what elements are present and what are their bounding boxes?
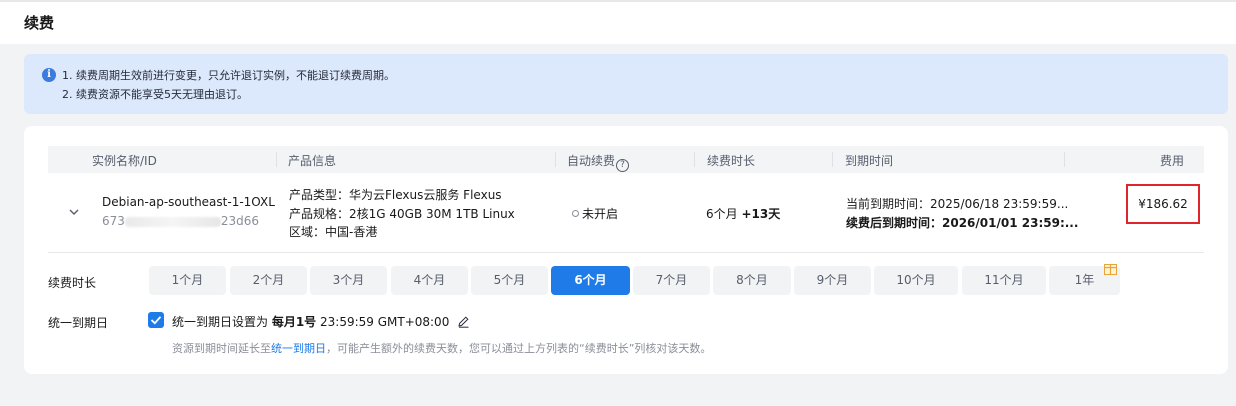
help-icon[interactable]: ?: [616, 159, 630, 172]
product-type: 产品类型：华为云Flexus云服务 Flexus: [289, 188, 502, 202]
duration-extra: +13天: [741, 207, 781, 221]
redacted-id: [124, 216, 221, 227]
fee-amount: ¥186.62: [1138, 197, 1188, 211]
duration-option-9-months[interactable]: 9个月: [794, 266, 871, 295]
column-header-name: 实例名称/ID: [92, 154, 157, 168]
table-header: 实例名称/ID 产品信息 自动续费? 续费时长 到期时间 费用: [48, 146, 1204, 173]
duration-option-5-months[interactable]: 5个月: [471, 266, 548, 295]
column-header-expiry: 到期时间: [845, 154, 894, 168]
duration-option-3-months[interactable]: 3个月: [310, 266, 387, 295]
table-row: Debian-ap-southeast-1-1OXL 673 23d66 产品类型…: [48, 173, 1204, 253]
renewal-duration: 6个月 +13天: [706, 205, 780, 222]
page-header: 续费: [0, 0, 1236, 44]
duration-option-4-months[interactable]: 4个月: [391, 266, 468, 295]
unify-day: 每月1号: [271, 315, 317, 329]
duration-label: 续费时长: [48, 276, 97, 290]
duration-option-1-year-label: 1年: [1074, 273, 1095, 287]
column-separator: [276, 152, 277, 167]
hint-suffix: ，可能产生额外的续费天数，您可以通过上方列表的“续费时长”列核对该天数。: [326, 342, 712, 355]
notice-line-1: 1. 续费周期生效前进行变更，只允许退订实例，不能退订续费周期。: [62, 69, 395, 82]
column-header-duration: 续费时长: [707, 154, 756, 168]
hint-prefix: 资源到期时间延长至: [172, 342, 271, 355]
duration-main: 6个月: [706, 207, 742, 221]
unify-text-suffix: 23:59:59 GMT+08:00: [316, 315, 450, 329]
column-separator: [555, 152, 556, 167]
duration-option-10-months[interactable]: 10个月: [874, 266, 958, 295]
duration-option-2-months[interactable]: 2个月: [230, 266, 307, 295]
gift-icon: [1104, 264, 1117, 275]
unify-expiry-hint: 资源到期时间延长至统一到期日，可能产生额外的续费天数，您可以通过上方列表的“续费…: [172, 340, 711, 356]
unify-text-prefix: 统一到期日设置为: [172, 315, 272, 329]
duration-option-1-year[interactable]: 1年: [1049, 264, 1120, 295]
instance-id-prefix: 673: [102, 214, 125, 228]
column-separator: [694, 152, 695, 167]
product-spec: 产品规格：2核1G 40GB 30M 1TB Linux: [289, 207, 515, 221]
notice-banner: i 1. 续费周期生效前进行变更，只允许退订实例，不能退订续费周期。 2. 续费…: [24, 54, 1228, 114]
column-separator: [832, 152, 833, 167]
fee-highlight: ¥186.62: [1126, 184, 1200, 224]
instance-id: 673 23d66: [102, 214, 259, 228]
instance-name: Debian-ap-southeast-1-1OXL: [102, 195, 275, 209]
renewed-expiry: 续费后到期时间：2026/01/01 23:59:...: [846, 216, 1079, 230]
edit-icon[interactable]: [457, 315, 470, 328]
column-header-auto-renew: 自动续费?: [567, 152, 630, 172]
notice-line-2: 2. 续费资源不能享受5天无理由退订。: [62, 88, 248, 101]
chevron-down-icon[interactable]: [69, 207, 79, 217]
duration-option-7-months[interactable]: 7个月: [633, 266, 710, 295]
unify-expiry-label: 统一到期日: [48, 316, 109, 330]
duration-option-1-month[interactable]: 1个月: [149, 266, 226, 295]
auto-renew-status-text: 未开启: [582, 207, 619, 221]
auto-renew-header-label: 自动续费: [567, 154, 616, 168]
duration-option-6-months[interactable]: 6个月: [551, 266, 630, 295]
unify-expiry-link[interactable]: 统一到期日: [271, 342, 326, 355]
instance-id-suffix: 23d66: [220, 214, 260, 228]
check-icon: [150, 316, 162, 325]
product-region: 区域：中国-香港: [289, 225, 378, 239]
unify-expiry-text: 统一到期日设置为 每月1号 23:59:59 GMT+08:00: [172, 313, 470, 330]
unify-expiry-checkbox[interactable]: [148, 312, 164, 328]
column-header-product: 产品信息: [288, 154, 337, 168]
info-icon: i: [42, 68, 56, 82]
current-expiry: 当前到期时间：2025/06/18 23:59:59...: [846, 197, 1069, 211]
renewal-card: 实例名称/ID 产品信息 自动续费? 续费时长 到期时间 费用 Debian-a…: [24, 126, 1228, 374]
column-header-fee: 费用: [1160, 154, 1185, 168]
auto-renew-status: 未开启: [572, 205, 618, 222]
page-title: 续费: [24, 14, 55, 32]
status-dot: [572, 210, 579, 217]
column-separator: [1064, 152, 1065, 167]
duration-option-8-months[interactable]: 8个月: [713, 266, 791, 295]
duration-option-11-months[interactable]: 11个月: [962, 266, 1046, 295]
